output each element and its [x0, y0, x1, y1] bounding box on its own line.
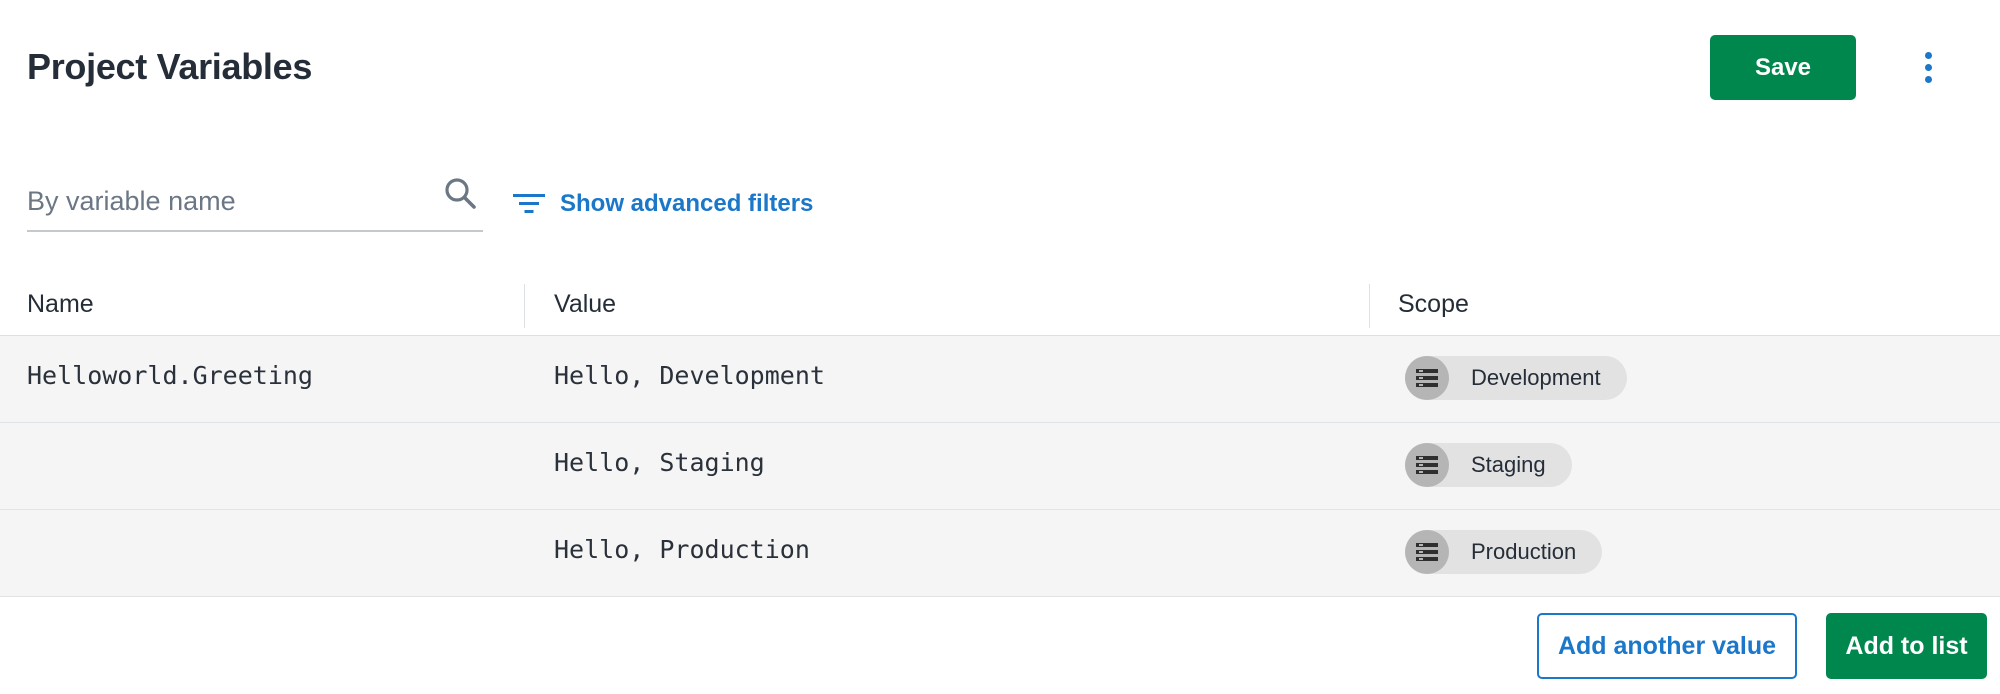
save-button[interactable]: Save — [1710, 35, 1856, 100]
environment-icon — [1405, 356, 1449, 400]
page-header: Project Variables Save — [0, 0, 2000, 136]
variable-value: Hello, Production — [554, 535, 810, 564]
variables-table: Name Value Scope Helloworld.Greeting Hel… — [0, 282, 2000, 597]
filters-label: Show advanced filters — [560, 190, 814, 217]
variable-name: Helloworld.Greeting — [27, 361, 313, 390]
more-options-icon[interactable] — [1915, 42, 1941, 92]
add-to-list-button[interactable]: Add to list — [1826, 613, 1987, 679]
scope-chip[interactable]: Staging — [1405, 443, 1572, 487]
show-advanced-filters-link[interactable]: Show advanced filters — [512, 184, 813, 224]
filter-icon — [513, 194, 545, 213]
variable-value: Hello, Staging — [554, 448, 765, 477]
scope-label: Development — [1471, 365, 1601, 390]
scope-chip[interactable]: Production — [1405, 530, 1603, 574]
table-row[interactable]: Helloworld.Greeting Hello, Development D… — [0, 336, 2000, 423]
column-divider[interactable] — [524, 284, 525, 328]
column-divider[interactable] — [1369, 284, 1370, 328]
kebab-dot — [1924, 51, 1932, 59]
column-header-name[interactable]: Name — [27, 290, 94, 319]
table-row[interactable]: Hello, Staging Staging — [0, 423, 2000, 510]
kebab-dot — [1924, 75, 1932, 83]
search-input[interactable] — [27, 182, 427, 220]
environment-icon — [1405, 530, 1449, 574]
column-header-value[interactable]: Value — [554, 290, 616, 319]
table-header: Name Value Scope — [0, 282, 2000, 336]
scope-label: Staging — [1471, 452, 1546, 477]
table-row[interactable]: Hello, Production Production — [0, 510, 2000, 597]
scope-label: Production — [1471, 539, 1577, 564]
kebab-dot — [1924, 63, 1932, 71]
search-icon[interactable] — [441, 174, 481, 214]
scope-chip[interactable]: Development — [1405, 356, 1627, 400]
page-title: Project Variables — [27, 46, 313, 87]
add-another-value-button[interactable]: Add another value — [1537, 613, 1797, 679]
column-header-scope[interactable]: Scope — [1398, 290, 1469, 319]
variable-value: Hello, Development — [554, 361, 825, 390]
environment-icon — [1405, 443, 1449, 487]
search-field — [27, 172, 483, 232]
